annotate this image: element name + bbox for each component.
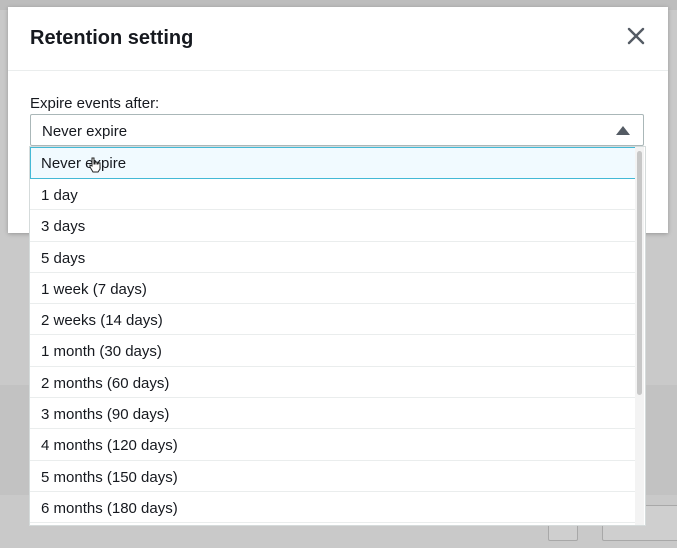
- dropdown-scrollbar[interactable]: [635, 147, 644, 525]
- option-4-months[interactable]: 4 months (120 days): [30, 429, 636, 461]
- option-6-months[interactable]: 6 months (180 days): [30, 492, 636, 524]
- scrollbar-thumb[interactable]: [637, 151, 642, 395]
- close-icon: [627, 27, 645, 45]
- caret-up-icon: [616, 126, 630, 135]
- option-1-month[interactable]: 1 month (30 days): [30, 335, 636, 367]
- option-2-months[interactable]: 2 months (60 days): [30, 367, 636, 399]
- option-1-week[interactable]: 1 week (7 days): [30, 273, 636, 305]
- expire-events-select[interactable]: Never expire: [30, 114, 644, 146]
- modal-title: Retention setting: [30, 27, 194, 49]
- option-3-months[interactable]: 3 months (90 days): [30, 398, 636, 430]
- option-2-weeks[interactable]: 2 weeks (14 days): [30, 304, 636, 336]
- hand-cursor-icon: [89, 157, 101, 173]
- background-heading-fragment: [0, 510, 5, 531]
- select-current-value: Never expire: [42, 123, 128, 140]
- option-never-expire[interactable]: Never expire: [30, 147, 636, 179]
- expire-events-label: Expire events after:: [30, 95, 160, 112]
- modal-header: Retention setting: [8, 7, 668, 71]
- option-5-days[interactable]: 5 days: [30, 242, 636, 273]
- expire-options-dropdown: Never expire 1 day 3 days 5 days 1 week …: [29, 146, 646, 526]
- option-1-day[interactable]: 1 day: [30, 179, 636, 211]
- option-5-months[interactable]: 5 months (150 days): [30, 461, 636, 492]
- close-button[interactable]: [624, 24, 648, 48]
- option-3-days[interactable]: 3 days: [30, 210, 636, 242]
